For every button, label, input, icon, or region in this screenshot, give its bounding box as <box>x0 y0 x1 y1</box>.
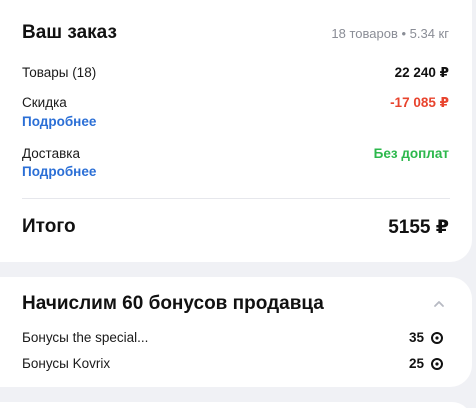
discount-value: -17 085 ₽ <box>390 95 449 110</box>
divider <box>22 198 450 199</box>
items-value: 22 240 ₽ <box>394 65 449 80</box>
total-label: Итого <box>22 216 76 237</box>
delivery-details-link[interactable]: Подробнее <box>22 164 96 179</box>
bonus-title: Начислим 60 бонусов продавца <box>22 293 324 314</box>
discount-details-link[interactable]: Подробнее <box>22 114 96 129</box>
bonus-coin-icon <box>431 357 443 370</box>
items-label: Товары (18) <box>22 65 97 80</box>
discount-label: Скидка <box>22 95 67 110</box>
bonus-amount: 35 <box>408 330 424 345</box>
bonus-row-label: Бонусы the special... <box>22 330 149 345</box>
seller-bonus-card: Начислим 60 бонусов продавца Бонусы the … <box>0 277 472 387</box>
bonus-row-value: 35 <box>409 330 444 345</box>
delivery-label: Доставка <box>22 146 80 161</box>
order-summary-card: Ваш заказ 18 товаров • 5.34 кг Товары (1… <box>0 0 472 262</box>
bonus-amount: 25 <box>408 356 424 371</box>
order-meta: 18 товаров • 5.34 кг <box>331 26 449 41</box>
next-card-edge <box>0 402 472 408</box>
delivery-value: Без доплат <box>373 146 449 161</box>
chevron-up-icon[interactable] <box>432 297 446 311</box>
bonus-row-label: Бонусы Kovrix <box>22 356 111 371</box>
total-value: 5155 ₽ <box>388 217 449 238</box>
order-title: Ваш заказ <box>22 22 117 43</box>
bonus-coin-icon <box>431 331 443 344</box>
bonus-row-value: 25 <box>409 356 444 371</box>
